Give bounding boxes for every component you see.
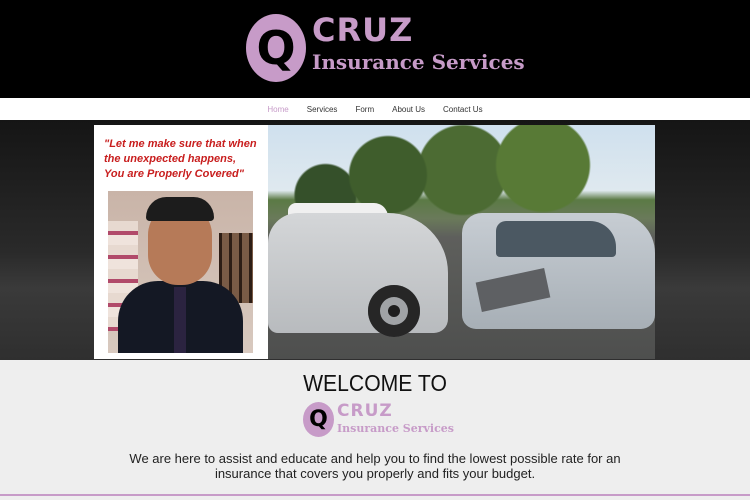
nav-about-us[interactable]: About Us [383,105,434,114]
quote-line: the unexpected happens, [104,153,237,165]
site-header: Q CRUZ Insurance Services [0,0,750,98]
welcome-text-line: insurance that covers you properly and f… [214,466,536,481]
welcome-section: WELCOME TO Q CRUZ Insurance Services We … [0,360,750,496]
main-nav: Home Services Form About Us Contact Us [0,98,750,120]
welcome-title: WELCOME TO [303,370,447,396]
nav-services[interactable]: Services [298,105,347,114]
logo-q-badge: Q [303,402,334,437]
logo-tagline: Insurance Services [337,422,454,435]
logo-tagline: Insurance Services [312,50,525,74]
quote-line: You are Properly Covered" [104,168,244,180]
nav-contact-us[interactable]: Contact Us [434,105,492,114]
logo-q-badge: Q [246,14,306,82]
promo-quote: "Let me make sure that when the unexpect… [104,137,266,182]
logo-letter: Q [256,21,296,75]
nav-form[interactable]: Form [346,105,383,114]
welcome-text: We are here to assist and educate and he… [100,451,650,481]
accident-photo [268,125,655,359]
welcome-logo: Q CRUZ Insurance Services [303,401,454,438]
agent-portrait [108,191,253,353]
logo-name: CRUZ [337,401,393,421]
logo-letter: Q [309,406,328,432]
quote-line: "Let me make sure that when [104,138,257,150]
welcome-text-line: We are here to assist and educate and he… [129,451,621,466]
promo-card: "Let me make sure that when the unexpect… [94,125,268,359]
logo-name: CRUZ [312,11,414,49]
hero-banner: "Let me make sure that when the unexpect… [0,120,750,360]
bottom-divider [0,494,750,496]
nav-home[interactable]: Home [258,105,297,114]
header-logo[interactable]: Q CRUZ Insurance Services [246,11,525,84]
